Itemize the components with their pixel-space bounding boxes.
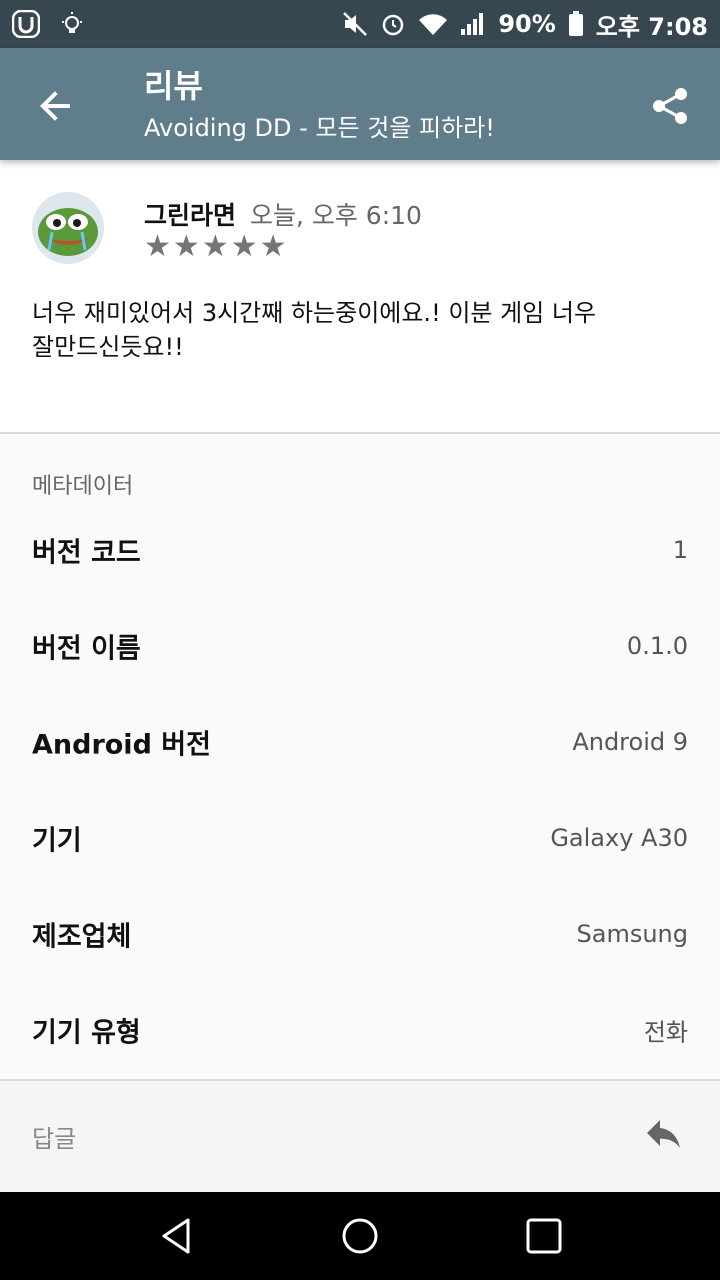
- metadata-value: 1: [672, 536, 688, 564]
- review-text-line: 너우 재미있어서 3시간째 하는중이에요.! 이분 게임 너우: [32, 299, 597, 327]
- system-nav-bar: [0, 1192, 720, 1280]
- star-icon: ★: [259, 229, 287, 264]
- star-icon: ★: [201, 229, 229, 264]
- nav-home-button[interactable]: [330, 1206, 390, 1266]
- metadata-value: 0.1.0: [626, 632, 688, 660]
- review-author: 그린라면: [144, 201, 237, 230]
- metadata-value: 전화: [643, 1018, 688, 1047]
- review-text: 너우 재미있어서 3시간째 하는중이에요.! 이분 게임 너우 잘만드신듯요!!: [32, 296, 632, 364]
- alarm-icon: [380, 11, 406, 37]
- review-date: 오늘, 오후 6:10: [249, 201, 422, 230]
- square-recents-icon: [526, 1218, 562, 1254]
- status-bar: 90% 오후 7:08: [0, 0, 720, 48]
- reply-button[interactable]: [636, 1109, 692, 1165]
- metadata-section: 메타데이터 버전 코드 1 버전 이름 0.1.0 Android 버전 And…: [0, 434, 720, 1079]
- share-icon: [653, 88, 687, 124]
- wifi-icon: [418, 11, 448, 37]
- app-notification-icon: [12, 10, 40, 38]
- status-time: 오후 7:08: [595, 12, 708, 41]
- metadata-label: 버전 이름: [32, 633, 141, 665]
- nav-recents-button[interactable]: [514, 1206, 574, 1266]
- review-text-line: 잘만드신듯요!!: [32, 333, 184, 361]
- arrow-back-icon: [40, 91, 70, 121]
- metadata-value: Galaxy A30: [550, 824, 688, 852]
- nav-back-button[interactable]: [146, 1206, 206, 1266]
- metadata-value: Samsung: [576, 920, 688, 948]
- back-button[interactable]: [28, 78, 84, 134]
- metadata-row-device-type: 기기 유형 전화: [0, 982, 720, 1078]
- metadata-label: 버전 코드: [32, 537, 141, 569]
- metadata-row-manufacturer: 제조업체 Samsung: [0, 886, 720, 982]
- review-card: 그린라면 오늘, 오후 6:10 ★ ★ ★ ★ ★ 너우 재미있어서 3시간째…: [0, 160, 720, 432]
- battery-icon: [568, 11, 584, 37]
- star-rating: ★ ★ ★ ★ ★: [144, 232, 287, 262]
- app-bar: 리뷰 Avoiding DD - 모든 것을 피하라!: [0, 48, 720, 160]
- metadata-label: 기기 유형: [32, 1017, 141, 1049]
- lightbulb-icon: [58, 10, 86, 38]
- metadata-value: Android 9: [572, 728, 688, 756]
- share-button[interactable]: [642, 78, 698, 134]
- metadata-label: 제조업체: [32, 921, 132, 953]
- metadata-row-android-version: Android 버전 Android 9: [0, 694, 720, 790]
- metadata-header: 메타데이터: [32, 474, 134, 499]
- metadata-label: Android 버전: [32, 729, 211, 761]
- circle-home-icon: [342, 1218, 378, 1254]
- metadata-row-device: 기기 Galaxy A30: [0, 790, 720, 886]
- metadata-row-version-name: 버전 이름 0.1.0: [0, 598, 720, 694]
- star-icon: ★: [230, 229, 258, 264]
- star-icon: ★: [144, 229, 171, 264]
- signal-icon: [460, 11, 486, 37]
- mute-icon: [342, 11, 368, 37]
- star-icon: ★: [172, 229, 200, 264]
- metadata-label: 기기: [32, 825, 82, 857]
- reply-label: 답글: [32, 1125, 77, 1153]
- triangle-back-icon: [162, 1218, 190, 1254]
- app-name-subtitle: Avoiding DD - 모든 것을 피하라!: [144, 114, 495, 142]
- page-title: 리뷰: [144, 67, 203, 105]
- battery-percent: 90%: [498, 10, 556, 38]
- metadata-row-version-code: 버전 코드 1: [0, 502, 720, 598]
- reply-bar[interactable]: 답글: [0, 1081, 720, 1192]
- reply-icon: [647, 1120, 680, 1148]
- avatar: [32, 192, 104, 264]
